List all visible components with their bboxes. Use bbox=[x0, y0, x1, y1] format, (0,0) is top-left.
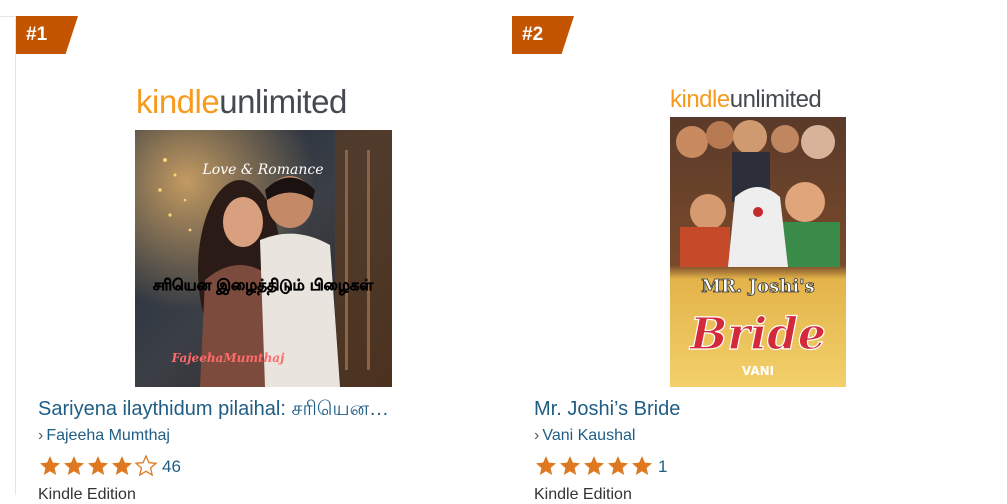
star-full-icon bbox=[536, 456, 556, 475]
author-name: Vani Kaushal bbox=[542, 427, 636, 444]
rank-badge: #2 bbox=[512, 16, 574, 54]
cover-author-text: VANI bbox=[742, 364, 774, 378]
book-title-link[interactable]: Sariyena ilaythidum pilaihal: சரியென… bbox=[38, 398, 389, 423]
author-name: Fajeeha Mumthaj bbox=[46, 427, 170, 444]
star-full-icon bbox=[632, 456, 652, 475]
author-link[interactable]: › Vani Kaushal bbox=[534, 427, 635, 445]
star-rating[interactable] bbox=[534, 454, 654, 478]
format-label: Kindle Edition bbox=[38, 486, 136, 503]
star-full-icon bbox=[608, 456, 628, 475]
star-full-icon bbox=[88, 456, 108, 475]
cover-top-text: Love & Romance bbox=[201, 162, 323, 178]
rating-count-link[interactable]: 46 bbox=[162, 457, 181, 477]
rank-badge: #1 bbox=[16, 16, 78, 54]
chevron-right-icon: › bbox=[38, 427, 44, 444]
product-card-1: #1 kindleunlimited Love & Romance சரியென… bbox=[15, 16, 513, 503]
book-cover[interactable]: MR. Joshi's Bride VANI bbox=[670, 117, 846, 387]
star-rating[interactable] bbox=[38, 454, 158, 478]
book-cover[interactable]: Love & Romance சரியென இழைத்திடும் பிழைகள… bbox=[135, 130, 392, 387]
cover-author-text: FajeehaMumthaj bbox=[171, 351, 285, 365]
kindle-unlimited-logo: kindleunlimited bbox=[670, 86, 822, 113]
cover-title-large: Bride bbox=[688, 309, 826, 360]
author-link[interactable]: › Fajeeha Mumthaj bbox=[38, 427, 170, 445]
kindle-unlimited-logo: kindleunlimited bbox=[136, 83, 347, 120]
product-card-2: #2 kindleunlimited MR. Joshi's Bride VAN… bbox=[512, 16, 1007, 503]
cover-title-text: சரியென இழைத்திடும் பிழைகள் bbox=[153, 276, 374, 295]
star-full-icon bbox=[584, 456, 604, 475]
star-full-icon bbox=[64, 456, 84, 475]
format-label: Kindle Edition bbox=[534, 486, 632, 503]
book-cover-art: Love & Romance சரியென இழைத்திடும் பிழைகள… bbox=[135, 130, 392, 387]
cover-title-small: MR. Joshi's bbox=[701, 276, 815, 297]
star-full-icon bbox=[560, 456, 580, 475]
chevron-right-icon: › bbox=[534, 427, 540, 444]
rating-count-link[interactable]: 1 bbox=[658, 457, 667, 477]
star-full-icon bbox=[40, 456, 60, 475]
book-title-link[interactable]: Mr. Joshi’s Bride bbox=[534, 398, 680, 421]
book-cover-art: MR. Joshi's Bride VANI bbox=[670, 117, 846, 387]
star-empty-icon bbox=[134, 454, 158, 477]
star-full-icon bbox=[112, 456, 132, 475]
